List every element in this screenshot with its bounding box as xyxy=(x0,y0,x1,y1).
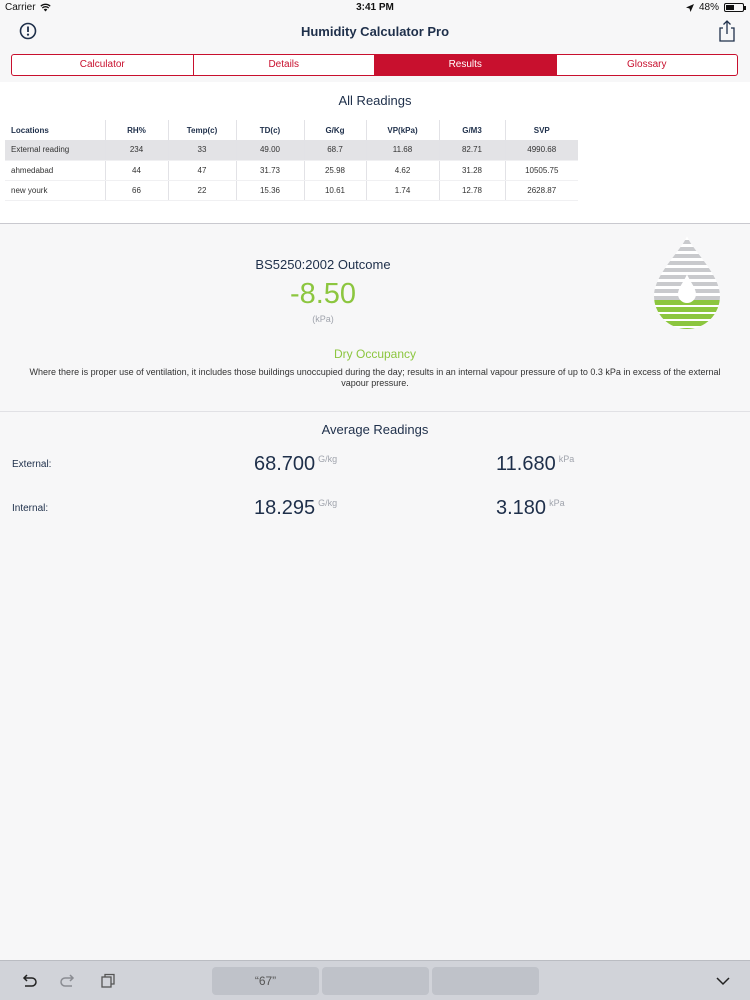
internal-label: Internal: xyxy=(12,503,49,514)
status-time: 3:41 PM xyxy=(356,2,394,13)
outcome-title: BS5250:2002 Outcome xyxy=(255,257,391,272)
average-readings-title: Average Readings xyxy=(321,422,429,437)
table-cell: 33 xyxy=(168,140,237,161)
column-header: SVP xyxy=(533,125,550,135)
table-header-row: Locations RH% Temp(c) TD(c) G/Kg VP(kPa)… xyxy=(5,120,578,140)
outcome-value: -8.50 xyxy=(289,278,357,310)
undo-icon[interactable] xyxy=(20,972,38,990)
column-header: G/Kg xyxy=(304,120,367,140)
external-kpa-value: 11.680 kPa xyxy=(496,453,574,476)
table-cell: 2628.87 xyxy=(505,180,578,201)
internal-kpa-number: 3.180 xyxy=(496,497,547,519)
occupancy-description: Where there is proper use of ventilation… xyxy=(29,367,721,388)
outcome-unit: (kPa) xyxy=(312,314,334,324)
app-title: Humidity Calculator Pro xyxy=(300,24,450,39)
redo-icon[interactable] xyxy=(59,972,77,990)
status-right: 48% xyxy=(685,2,746,13)
table-row[interactable]: ahmedabad 44 47 31.73 25.98 4.62 31.28 1… xyxy=(5,160,578,181)
share-icon[interactable] xyxy=(718,20,736,42)
readings-table: Locations RH% Temp(c) TD(c) G/Kg VP(kPa)… xyxy=(5,120,578,201)
table-cell: 12.78 xyxy=(439,180,506,201)
table-cell: External reading xyxy=(5,140,106,161)
table-cell: 25.98 xyxy=(304,160,367,181)
table-cell: 66 xyxy=(105,180,169,201)
table-cell: 22 xyxy=(168,180,237,201)
paste-icon[interactable] xyxy=(99,972,117,990)
all-readings-section: All Readings Locations RH% Temp(c) TD(c)… xyxy=(0,82,750,224)
navigation-bar: Humidity Calculator Pro xyxy=(0,16,750,48)
table-cell: 10.61 xyxy=(304,180,367,201)
table-cell: ahmedabad xyxy=(5,160,106,181)
table-cell: 47 xyxy=(168,160,237,181)
chevron-down-icon[interactable] xyxy=(714,972,732,990)
column-header: VP(kPa) xyxy=(366,120,440,140)
external-kpa-number: 11.680 xyxy=(496,453,556,475)
all-readings-title: All Readings xyxy=(338,93,412,108)
battery-percent: 48% xyxy=(698,2,719,13)
table-cell: 15.36 xyxy=(236,180,305,201)
internal-gkg-value: 18.295 G/kg xyxy=(254,497,337,520)
external-gkg-value: 68.700 G/kg xyxy=(254,453,337,476)
occupancy-title: Dry Occupancy xyxy=(333,347,417,361)
location-arrow-icon xyxy=(685,3,694,12)
internal-gkg-unit: G/kg xyxy=(318,498,338,508)
water-drop-logo-icon xyxy=(654,236,720,329)
table-cell: 31.73 xyxy=(236,160,305,181)
suggestion-button-empty[interactable] xyxy=(432,967,539,995)
table-cell: 1.74 xyxy=(366,180,440,201)
tab-results[interactable]: Results xyxy=(375,55,557,75)
table-cell: 31.28 xyxy=(439,160,506,181)
readings-table-wrap: Locations RH% Temp(c) TD(c) G/Kg VP(kPa)… xyxy=(5,120,578,201)
tab-glossary[interactable]: Glossary xyxy=(557,55,738,75)
table-row[interactable]: External reading 234 33 49.00 68.7 11.68… xyxy=(5,140,578,161)
table-cell: 234 xyxy=(105,140,169,161)
table-cell: 10505.75 xyxy=(505,160,578,181)
table-cell: 11.68 xyxy=(366,140,440,161)
table-cell: 4.62 xyxy=(366,160,440,181)
column-header: Temp(c) xyxy=(168,120,237,140)
external-kpa-unit: kPa xyxy=(558,454,575,464)
keyboard-shortcut-bar: “67” xyxy=(0,960,750,1000)
tab-details[interactable]: Details xyxy=(194,55,375,75)
table-cell: 44 xyxy=(105,160,169,181)
external-label: External: xyxy=(12,459,52,470)
external-gkg-unit: G/kg xyxy=(318,454,338,464)
tab-bar: Calculator Details Results Glossary xyxy=(11,54,738,76)
table-row[interactable]: new yourk 66 22 15.36 10.61 1.74 12.78 2… xyxy=(5,180,578,201)
column-header: G/M3 xyxy=(439,120,506,140)
column-header: Locations xyxy=(5,120,106,140)
section-divider xyxy=(0,411,750,412)
table-cell: 49.00 xyxy=(236,140,305,161)
battery-icon xyxy=(724,3,746,12)
column-header: RH% xyxy=(105,120,169,140)
internal-kpa-value: 3.180 kPa xyxy=(496,497,565,520)
table-cell: 4990.68 xyxy=(505,140,578,161)
suggestion-button-empty[interactable] xyxy=(322,967,429,995)
table-cell: 82.71 xyxy=(439,140,506,161)
internal-gkg-number: 18.295 xyxy=(254,497,316,519)
table-cell: 68.7 xyxy=(304,140,367,161)
suggestion-button[interactable]: “67” xyxy=(212,967,319,995)
table-cell: new yourk xyxy=(5,180,106,201)
tab-calculator[interactable]: Calculator xyxy=(12,55,194,75)
status-bar: Carrier 3:41 PM 48% xyxy=(0,0,750,16)
external-gkg-number: 68.700 xyxy=(254,453,316,475)
column-header: TD(c) xyxy=(236,120,305,140)
internal-kpa-unit: kPa xyxy=(549,498,565,508)
